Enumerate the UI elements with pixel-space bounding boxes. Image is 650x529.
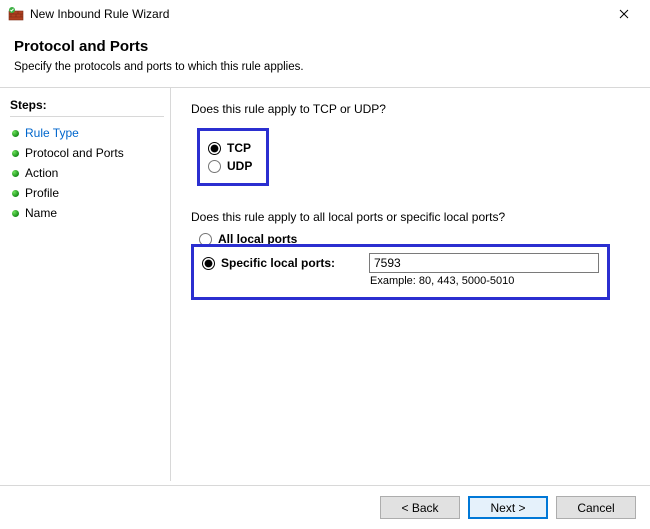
radio-specific-local-ports[interactable]: Specific local ports:	[202, 254, 361, 272]
step-rule-type[interactable]: Rule Type	[10, 123, 164, 143]
wizard-header: Protocol and Ports Specify the protocols…	[0, 28, 650, 88]
ports-example-text: Example: 80, 443, 5000-5010	[370, 275, 599, 287]
step-bullet-icon	[12, 210, 19, 217]
wizard-content: Does this rule apply to TCP or UDP? TCP …	[170, 88, 650, 481]
step-protocol-and-ports[interactable]: Protocol and Ports	[10, 143, 164, 163]
back-button[interactable]: < Back	[380, 496, 460, 519]
page-subtitle: Specify the protocols and ports to which…	[14, 61, 636, 73]
step-label: Name	[25, 206, 57, 220]
step-bullet-icon	[12, 170, 19, 177]
radio-specific-ports-input[interactable]	[202, 257, 215, 270]
steps-sidebar: Steps: Rule Type Protocol and Ports Acti…	[0, 88, 170, 481]
ports-question: Does this rule apply to all local ports …	[191, 210, 632, 224]
specific-ports-group: Specific local ports: Example: 80, 443, …	[191, 244, 610, 300]
step-profile[interactable]: Profile	[10, 183, 164, 203]
steps-heading: Steps:	[10, 98, 164, 117]
radio-udp-input[interactable]	[208, 160, 221, 173]
radio-tcp-input[interactable]	[208, 142, 221, 155]
step-bullet-icon	[12, 190, 19, 197]
radio-tcp[interactable]: TCP	[208, 139, 252, 157]
window-title: New Inbound Rule Wizard	[30, 7, 604, 21]
step-name[interactable]: Name	[10, 203, 164, 223]
specific-ports-input[interactable]	[369, 253, 599, 273]
step-bullet-icon	[12, 150, 19, 157]
step-label: Profile	[25, 186, 59, 200]
radio-udp[interactable]: UDP	[208, 157, 252, 175]
radio-tcp-label: TCP	[227, 141, 251, 155]
page-title: Protocol and Ports	[14, 38, 636, 55]
close-icon	[619, 6, 629, 22]
step-label: Action	[25, 166, 58, 180]
titlebar: New Inbound Rule Wizard	[0, 0, 650, 28]
cancel-button[interactable]: Cancel	[556, 496, 636, 519]
close-button[interactable]	[604, 2, 644, 26]
step-label: Protocol and Ports	[25, 146, 124, 160]
radio-udp-label: UDP	[227, 159, 252, 173]
firewall-icon	[8, 6, 24, 22]
protocol-question: Does this rule apply to TCP or UDP?	[191, 102, 632, 116]
wizard-footer: < Back Next > Cancel	[0, 485, 650, 529]
next-button[interactable]: Next >	[468, 496, 548, 519]
step-action[interactable]: Action	[10, 163, 164, 183]
radio-specific-ports-label: Specific local ports:	[221, 256, 361, 270]
protocol-group: TCP UDP	[197, 128, 269, 186]
step-label: Rule Type	[25, 126, 79, 140]
step-bullet-icon	[12, 130, 19, 137]
